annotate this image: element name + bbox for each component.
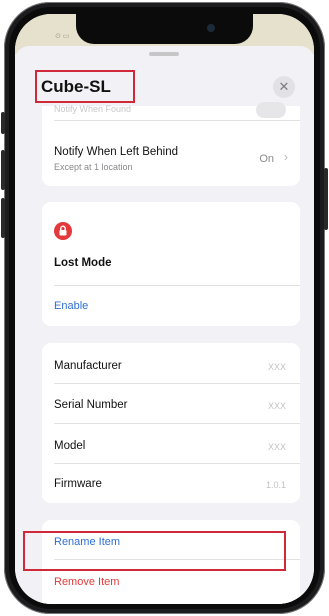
remove-item-button[interactable]: Remove Item [54,576,288,588]
firmware-value: 1.0.1 [265,480,286,490]
divider [54,463,300,464]
close-icon: ✕ [278,79,290,94]
lost-mode-title: Lost Mode [54,257,112,269]
phone-notch [76,14,253,44]
manufacturer-label: Manufacturer [54,360,122,372]
notify-left-behind-label: Notify When Left Behind [54,146,179,158]
volume-down-button [1,198,5,238]
divider [54,423,300,424]
lost-mode-enable-link[interactable]: Enable [54,300,288,312]
lost-mode-card: Lost Mode Enable [42,202,300,326]
firmware-label: Firmware [54,478,102,490]
remove-item-highlight [23,531,286,571]
notify-left-behind-value: On [259,153,274,165]
volume-up-button [1,150,5,190]
item-detail-sheet: Cube-SL ✕ Notify When Found Notify When … [15,46,314,604]
background-map-text: ⊙ ▭ [55,33,70,40]
close-button[interactable]: ✕ [273,76,295,98]
serial-number-label: Serial Number [54,399,128,411]
serial-number-value: XXX [267,401,286,411]
front-camera [207,24,215,32]
mute-switch [1,112,5,134]
sheet-title: Cube-SL [41,77,111,96]
manufacturer-value: XXX [267,362,286,372]
power-button [324,168,328,230]
chevron-right-icon: › [284,150,288,164]
model-value: XXX [267,442,286,452]
phone-screen: ⊙ ▭ ▭ ▭ ▭ Cube-SL ✕ Notify When Found No… [15,14,314,604]
divider [54,383,300,384]
divider [54,120,300,121]
notify-left-behind-sub: Except at 1 location [54,162,133,172]
notifications-card: Notify When Found Notify When Left Behin… [42,102,300,186]
lock-icon [54,222,72,240]
sheet-grabber[interactable] [149,52,179,56]
divider [54,285,300,286]
notify-when-found-toggle[interactable] [256,102,286,118]
model-label: Model [54,440,86,452]
notify-when-found-label: Notify When Found [54,104,132,114]
device-info-card: Manufacturer XXX Serial Number XXX Model… [42,343,300,503]
